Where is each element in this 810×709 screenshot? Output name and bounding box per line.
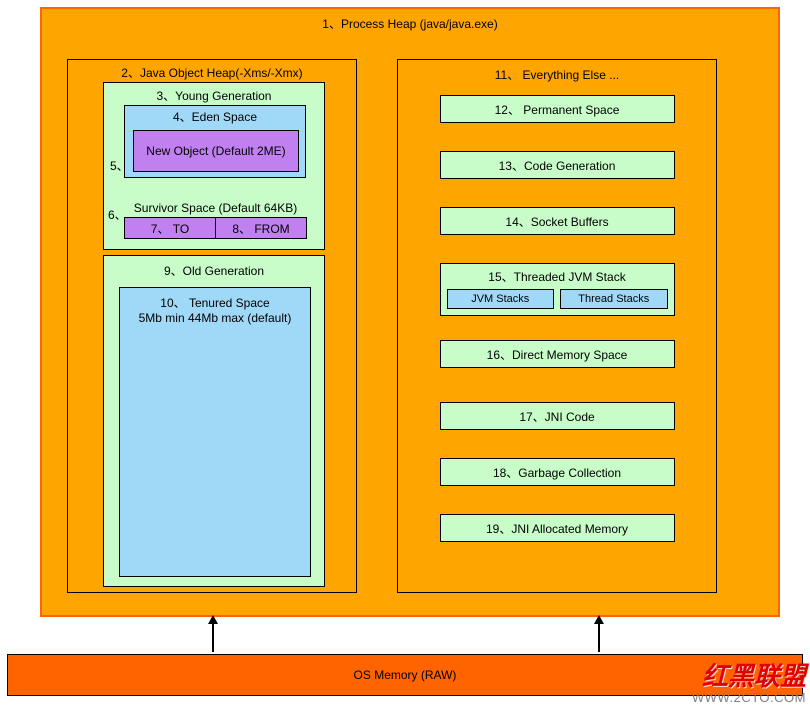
label-6: 6、 <box>108 206 127 223</box>
process-heap-label: 1、Process Heap (java/java.exe) <box>42 9 778 38</box>
new-object: New Object (Default 2ME) <box>133 130 299 172</box>
survivor-space-label: Survivor Space (Default 64KB) <box>124 201 307 217</box>
everything-else: 11、 Everything Else ... 12、 Permanent Sp… <box>397 59 717 593</box>
garbage-collection: 18、Garbage Collection <box>440 458 675 486</box>
label-5: 5、 <box>110 157 129 174</box>
java-object-heap: 2、Java Object Heap(-Xms/-Xmx) 3、Young Ge… <box>67 59 357 593</box>
jvm-stacks: JVM Stacks <box>447 289 555 309</box>
old-generation: 9、Old Generation 10、 Tenured Space 5Mb m… <box>103 255 325 587</box>
eden-space-label: 4、Eden Space <box>125 106 305 127</box>
tenured-line1: 10、 Tenured Space <box>124 294 306 311</box>
thread-stacks: Thread Stacks <box>560 289 668 309</box>
watermark-text: 红黑联盟 <box>692 656 806 693</box>
new-object-text: New Object (Default 2ME) <box>146 144 285 158</box>
old-gen-label: 9、Old Generation <box>104 256 324 285</box>
young-generation: 3、Young Generation 4、Eden Space New Obje… <box>103 82 325 250</box>
os-memory: OS Memory (RAW) <box>7 654 803 696</box>
tenured-line2: 5Mb min 44Mb max (default) <box>124 311 306 325</box>
watermark-url: WWW.2CTO.COM <box>692 690 806 705</box>
survivor-to-text: 7、 TO <box>151 220 189 237</box>
jni-code: 17、JNI Code <box>440 402 675 430</box>
survivor-from: 8、 FROM <box>215 217 307 239</box>
survivor-to: 7、 TO <box>124 217 216 239</box>
survivor-space: Survivor Space (Default 64KB) 7、 TO 8、 F… <box>124 201 307 243</box>
arrow-right-icon <box>598 622 600 652</box>
everything-else-label: 11、 Everything Else ... <box>398 60 716 95</box>
process-heap: 1、Process Heap (java/java.exe) 2、Java Ob… <box>40 7 780 617</box>
tenured-space: 10、 Tenured Space 5Mb min 44Mb max (defa… <box>119 287 311 577</box>
watermark: 红黑联盟 WWW.2CTO.COM <box>692 656 806 705</box>
survivor-from-text: 8、 FROM <box>232 220 289 237</box>
threaded-jvm-label: 15、Threaded JVM Stack <box>488 268 625 285</box>
permanent-space: 12、 Permanent Space <box>440 95 675 123</box>
arrow-left-icon <box>212 622 214 652</box>
jni-allocated-memory: 19、JNI Allocated Memory <box>440 514 675 542</box>
eden-space: 4、Eden Space New Object (Default 2ME) <box>124 105 306 178</box>
direct-memory-space: 16、Direct Memory Space <box>440 340 675 368</box>
socket-buffers: 14、Socket Buffers <box>440 207 675 235</box>
os-memory-label: OS Memory (RAW) <box>354 668 457 682</box>
threaded-jvm-stack: 15、Threaded JVM Stack JVM Stacks Thread … <box>440 263 675 316</box>
code-generation: 13、Code Generation <box>440 151 675 179</box>
